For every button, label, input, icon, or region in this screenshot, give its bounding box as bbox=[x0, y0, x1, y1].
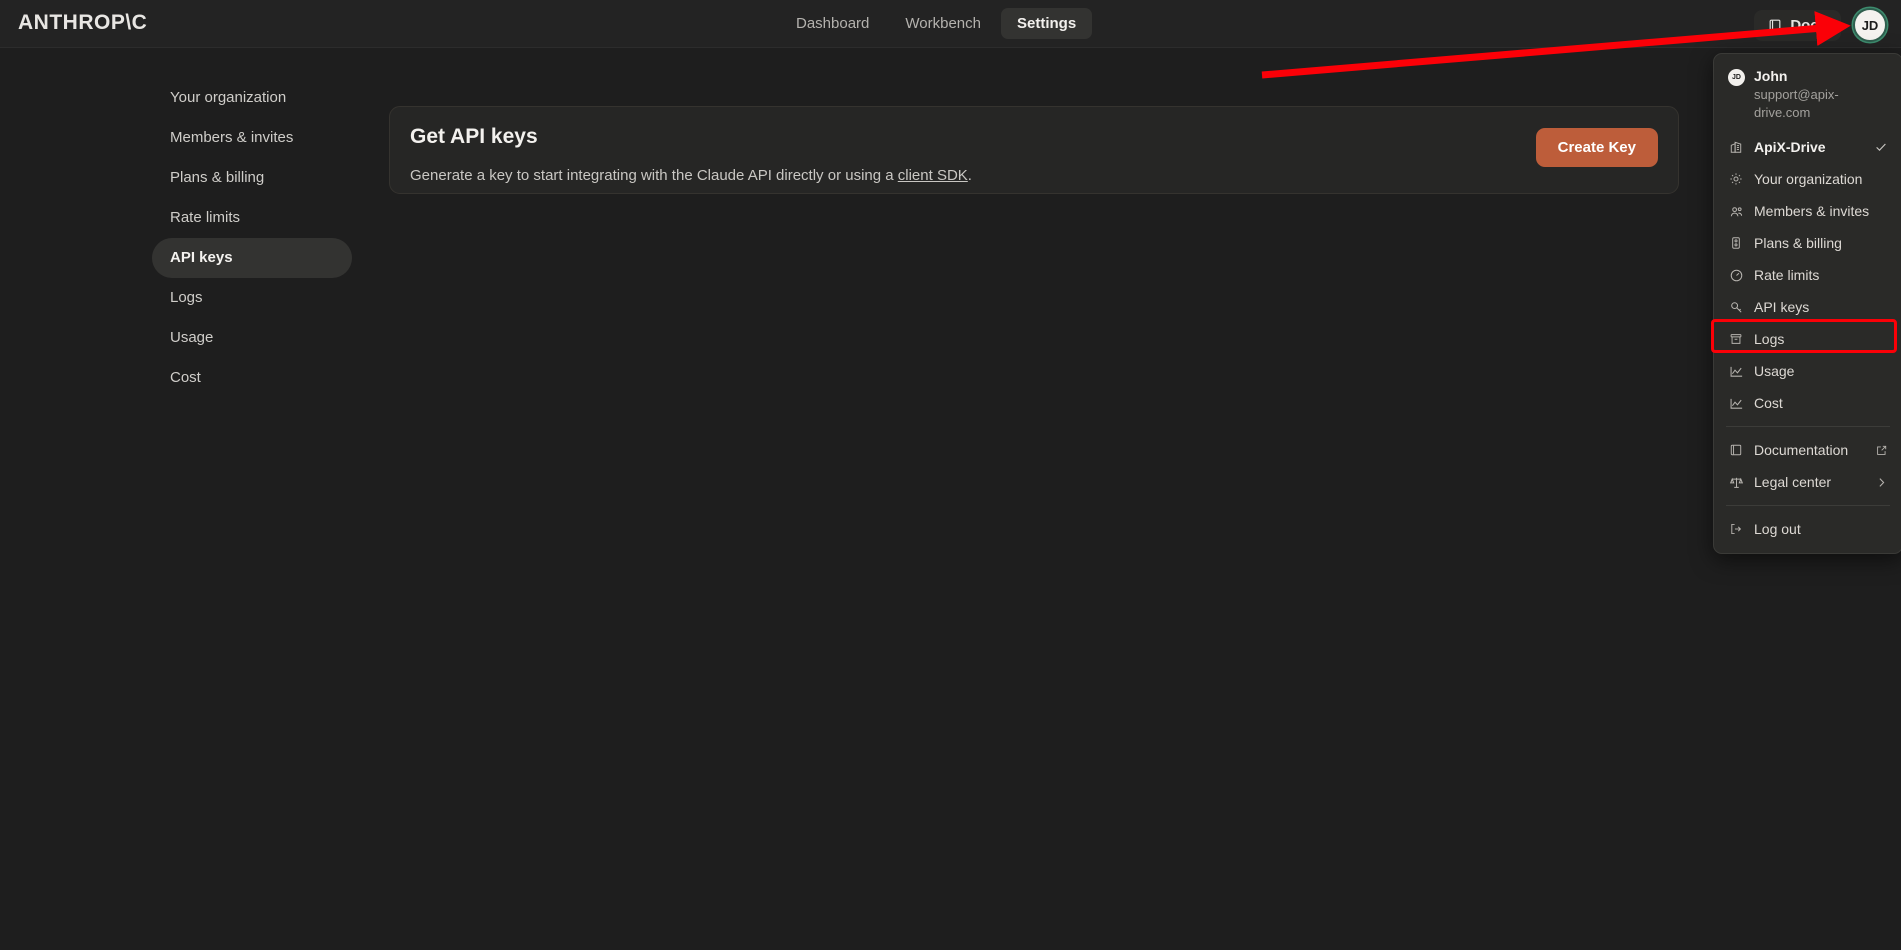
menu-avatar: JD bbox=[1728, 69, 1745, 86]
menu-item-documentation[interactable]: Documentation bbox=[1714, 434, 1901, 466]
docs-label: Docs bbox=[1790, 16, 1827, 34]
menu-item-your-organization-label: Your organization bbox=[1754, 171, 1863, 187]
check-icon bbox=[1874, 140, 1888, 154]
top-navigation: Dashboard Workbench Settings bbox=[780, 8, 1093, 39]
menu-item-log-out-label: Log out bbox=[1754, 521, 1801, 537]
menu-item-cost-label: Cost bbox=[1754, 395, 1783, 411]
sidebar-item-plans-billing[interactable]: Plans & billing bbox=[152, 158, 352, 198]
menu-item-api-keys-label: API keys bbox=[1754, 299, 1810, 315]
menu-item-log-out[interactable]: Log out bbox=[1714, 513, 1901, 545]
line-chart-icon bbox=[1728, 363, 1744, 379]
menu-divider-2 bbox=[1726, 505, 1890, 506]
account-dropdown-menu: JD John support@apix-drive.com ApiX-Driv… bbox=[1713, 53, 1901, 554]
menu-item-cost[interactable]: Cost bbox=[1714, 387, 1901, 419]
docs-button[interactable]: Docs bbox=[1754, 9, 1841, 41]
create-key-button[interactable]: Create Key bbox=[1535, 128, 1658, 167]
get-api-keys-card: Get API keys Generate a key to start int… bbox=[389, 106, 1679, 194]
page-title: Get API keys bbox=[410, 125, 538, 148]
top-bar: ANTHROP\C Dashboard Workbench Settings D… bbox=[0, 0, 1901, 48]
card-description: Generate a key to start integrating with… bbox=[410, 167, 972, 184]
traffic-light-icon bbox=[1728, 235, 1744, 251]
menu-user-name: John bbox=[1754, 68, 1788, 84]
menu-user-info: JD John support@apix-drive.com bbox=[1714, 62, 1901, 131]
menu-divider-1 bbox=[1726, 426, 1890, 427]
card-description-text: Generate a key to start integrating with… bbox=[410, 167, 898, 184]
menu-item-members-invites[interactable]: Members & invites bbox=[1714, 195, 1901, 227]
menu-item-rate-limits-label: Rate limits bbox=[1754, 267, 1820, 283]
top-right-actions: Docs JD bbox=[1754, 8, 1887, 42]
menu-item-documentation-label: Documentation bbox=[1754, 442, 1849, 458]
menu-item-legal-center[interactable]: Legal center bbox=[1714, 466, 1901, 498]
sidebar-item-members-invites[interactable]: Members & invites bbox=[152, 118, 352, 158]
book-icon bbox=[1728, 442, 1744, 458]
nav-item-workbench[interactable]: Workbench bbox=[889, 8, 997, 39]
key-icon bbox=[1728, 299, 1744, 315]
menu-item-logs-label: Logs bbox=[1754, 331, 1785, 347]
menu-user-email: support@apix-drive.com bbox=[1754, 87, 1839, 120]
card-description-period: . bbox=[967, 167, 972, 184]
menu-item-api-keys[interactable]: API keys bbox=[1714, 291, 1901, 323]
external-link-icon bbox=[1875, 444, 1888, 457]
settings-sidebar: Your organization Members & invites Plan… bbox=[152, 78, 352, 398]
menu-item-your-organization[interactable]: Your organization bbox=[1714, 163, 1901, 195]
scales-icon bbox=[1728, 474, 1744, 490]
logout-icon bbox=[1728, 521, 1744, 537]
sidebar-item-rate-limits[interactable]: Rate limits bbox=[152, 198, 352, 238]
menu-item-usage-label: Usage bbox=[1754, 363, 1795, 379]
book-icon bbox=[1768, 18, 1782, 32]
menu-item-usage[interactable]: Usage bbox=[1714, 355, 1901, 387]
gauge-icon bbox=[1728, 267, 1744, 283]
people-icon bbox=[1728, 203, 1744, 219]
menu-item-members-invites-label: Members & invites bbox=[1754, 203, 1870, 219]
sidebar-item-usage[interactable]: Usage bbox=[152, 318, 352, 358]
menu-item-organization-label: ApiX-Drive bbox=[1754, 139, 1826, 155]
anthropic-logo[interactable]: ANTHROP\C bbox=[18, 11, 147, 35]
nav-item-dashboard[interactable]: Dashboard bbox=[780, 8, 885, 39]
sidebar-item-cost[interactable]: Cost bbox=[152, 358, 352, 398]
nav-item-settings[interactable]: Settings bbox=[1000, 8, 1093, 39]
menu-item-plans-billing[interactable]: Plans & billing bbox=[1714, 227, 1901, 259]
client-sdk-link[interactable]: client SDK bbox=[898, 167, 968, 184]
line-chart-icon bbox=[1728, 395, 1744, 411]
menu-item-plans-billing-label: Plans & billing bbox=[1754, 235, 1842, 251]
menu-item-rate-limits[interactable]: Rate limits bbox=[1714, 259, 1901, 291]
menu-item-organization[interactable]: ApiX-Drive bbox=[1714, 131, 1901, 163]
menu-item-legal-center-label: Legal center bbox=[1754, 474, 1832, 490]
sidebar-item-your-organization[interactable]: Your organization bbox=[152, 78, 352, 118]
building-icon bbox=[1728, 139, 1744, 155]
sidebar-item-logs[interactable]: Logs bbox=[152, 278, 352, 318]
avatar[interactable]: JD bbox=[1853, 8, 1887, 42]
chevron-right-icon bbox=[1875, 476, 1888, 489]
menu-item-logs[interactable]: Logs bbox=[1714, 323, 1901, 355]
archive-icon bbox=[1728, 331, 1744, 347]
gear-icon bbox=[1728, 171, 1744, 187]
sidebar-item-api-keys[interactable]: API keys bbox=[152, 238, 352, 278]
